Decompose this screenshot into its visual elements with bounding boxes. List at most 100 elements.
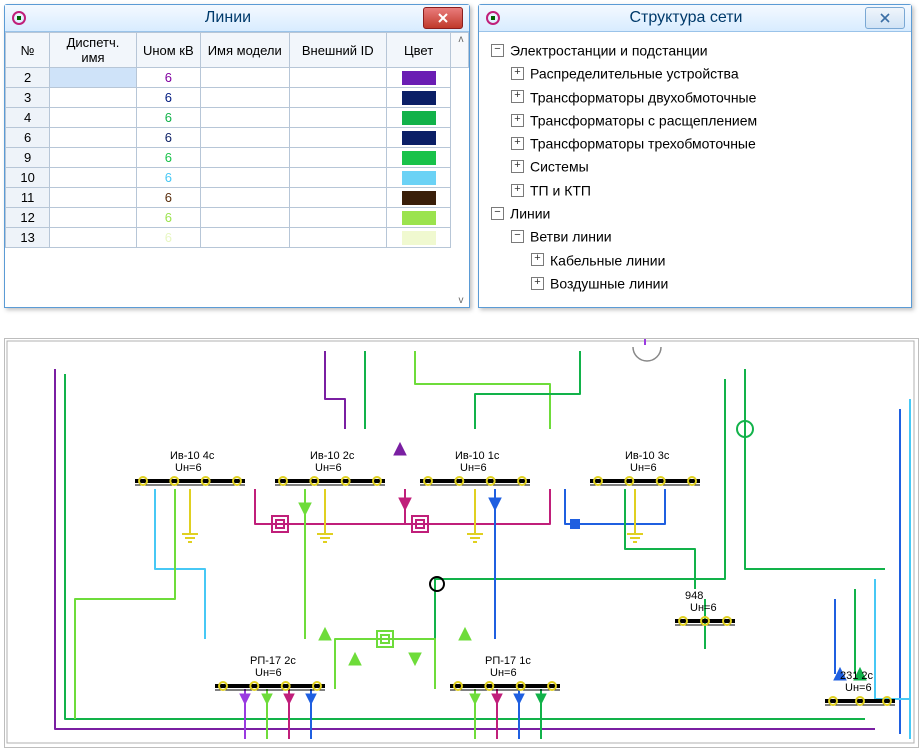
cell-model[interactable] [200,208,289,228]
tree-toggle-icon[interactable]: + [511,137,524,150]
cell-extid[interactable] [289,148,386,168]
tree-toggle-icon[interactable]: + [511,160,524,173]
lines-table[interactable]: № Диспетч. имя Uном кВ Имя модели Внешни… [5,32,469,248]
scroll-up-icon[interactable]: ʌ [459,34,464,45]
cell-no[interactable]: 4 [6,108,50,128]
table-row[interactable]: 11 6 [6,188,469,208]
cell-unom[interactable]: 6 [136,188,200,208]
col-no[interactable]: № [6,33,50,68]
close-button[interactable] [423,7,463,29]
tree-toggle-icon[interactable]: + [531,277,544,290]
cell-extid[interactable] [289,228,386,248]
cell-unom[interactable]: 6 [136,108,200,128]
cell-disp[interactable] [50,68,136,88]
close-button[interactable] [865,7,905,29]
tree-toggle-icon[interactable]: + [511,90,524,103]
cell-no[interactable]: 6 [6,128,50,148]
cell-no[interactable]: 13 [6,228,50,248]
cell-no[interactable]: 2 [6,68,50,88]
titlebar-lines[interactable]: Линии [5,5,469,32]
titlebar-structure[interactable]: Структура сети [479,5,911,32]
table-row[interactable]: 46 [6,108,469,128]
cell-disp[interactable] [50,148,136,168]
tree-node[interactable]: −Ветви линии+Кабельные линии+Воздушные л… [511,224,907,294]
schematic-canvas[interactable]: Ив-10 4сUн=6Ив-10 2сUн=6Ив-10 1сUн=6Ив-1… [4,338,919,748]
col-model[interactable]: Имя модели [200,33,289,68]
cell-disp[interactable] [50,208,136,228]
cell-extid[interactable] [289,88,386,108]
cell-color[interactable] [387,148,451,168]
cell-unom[interactable]: 6 [136,168,200,188]
cell-model[interactable] [200,68,289,88]
cell-disp[interactable] [50,188,136,208]
cell-no[interactable]: 9 [6,148,50,168]
tree-node[interactable]: +Распределительные устройства [511,61,907,84]
network-tree[interactable]: −Электростанции и подстанции+Распределит… [479,32,911,300]
tree-node[interactable]: +ТП и КТП [511,178,907,201]
tree-toggle-icon[interactable]: − [511,230,524,243]
tree-node[interactable]: +Кабельные линии [531,248,907,271]
cell-no[interactable]: 11 [6,188,50,208]
table-scrollbar[interactable]: ʌ v [453,33,469,68]
tree-node[interactable]: +Трансформаторы двухобмоточные [511,85,907,108]
tree-node[interactable]: +Воздушные линии [531,271,907,294]
cell-disp[interactable] [50,128,136,148]
cell-color[interactable] [387,208,451,228]
col-unom[interactable]: Uном кВ [136,33,200,68]
tree-toggle-icon[interactable]: + [511,114,524,127]
cell-color[interactable] [387,88,451,108]
cell-extid[interactable] [289,168,386,188]
cell-disp[interactable] [50,88,136,108]
cell-color[interactable] [387,168,451,188]
cell-extid[interactable] [289,68,386,88]
cell-no[interactable]: 3 [6,88,50,108]
cell-disp[interactable] [50,228,136,248]
tree-node[interactable]: +Трансформаторы с расщеплением [511,108,907,131]
cell-disp[interactable] [50,168,136,188]
tree-node[interactable]: +Трансформаторы трехобмоточные [511,131,907,154]
table-row[interactable]: 96 [6,148,469,168]
cell-unom[interactable]: 6 [136,68,200,88]
tree-toggle-icon[interactable]: − [491,44,504,57]
cell-model[interactable] [200,228,289,248]
cell-color[interactable] [387,188,451,208]
tree-toggle-icon[interactable]: + [511,184,524,197]
cell-extid[interactable] [289,128,386,148]
table-row[interactable]: 36 [6,88,469,108]
cell-extid[interactable] [289,108,386,128]
cell-model[interactable] [200,148,289,168]
table-row[interactable]: 66 [6,128,469,148]
cell-model[interactable] [200,188,289,208]
cell-color[interactable] [387,108,451,128]
tree-toggle-icon[interactable]: + [531,253,544,266]
col-extid[interactable]: Внешний ID [289,33,386,68]
cell-unom[interactable]: 6 [136,228,200,248]
table-row[interactable]: 13 6 [6,228,469,248]
cell-color[interactable] [387,128,451,148]
cell-model[interactable] [200,88,289,108]
col-color[interactable]: Цвет [387,33,451,68]
cell-no[interactable]: 10 [6,168,50,188]
cell-color[interactable] [387,68,451,88]
tree-node[interactable]: +Системы [511,154,907,177]
cell-model[interactable] [200,168,289,188]
cell-model[interactable] [200,128,289,148]
cell-no[interactable]: 12 [6,208,50,228]
table-row[interactable]: 10 6 [6,168,469,188]
cell-unom[interactable]: 6 [136,88,200,108]
tree-node[interactable]: −Электростанции и подстанции+Распределит… [491,38,907,201]
tree-toggle-icon[interactable]: + [511,67,524,80]
tree-node[interactable]: −Линии−Ветви линии+Кабельные линии+Возду… [491,201,907,294]
cell-unom[interactable]: 6 [136,128,200,148]
cell-unom[interactable]: 6 [136,148,200,168]
cell-unom[interactable]: 6 [136,208,200,228]
col-disp[interactable]: Диспетч. имя [50,33,136,68]
table-row[interactable]: 26 [6,68,469,88]
cell-model[interactable] [200,108,289,128]
table-row[interactable]: 12 6 [6,208,469,228]
cell-color[interactable] [387,228,451,248]
cell-extid[interactable] [289,208,386,228]
cell-extid[interactable] [289,188,386,208]
tree-toggle-icon[interactable]: − [491,207,504,220]
cell-disp[interactable] [50,108,136,128]
